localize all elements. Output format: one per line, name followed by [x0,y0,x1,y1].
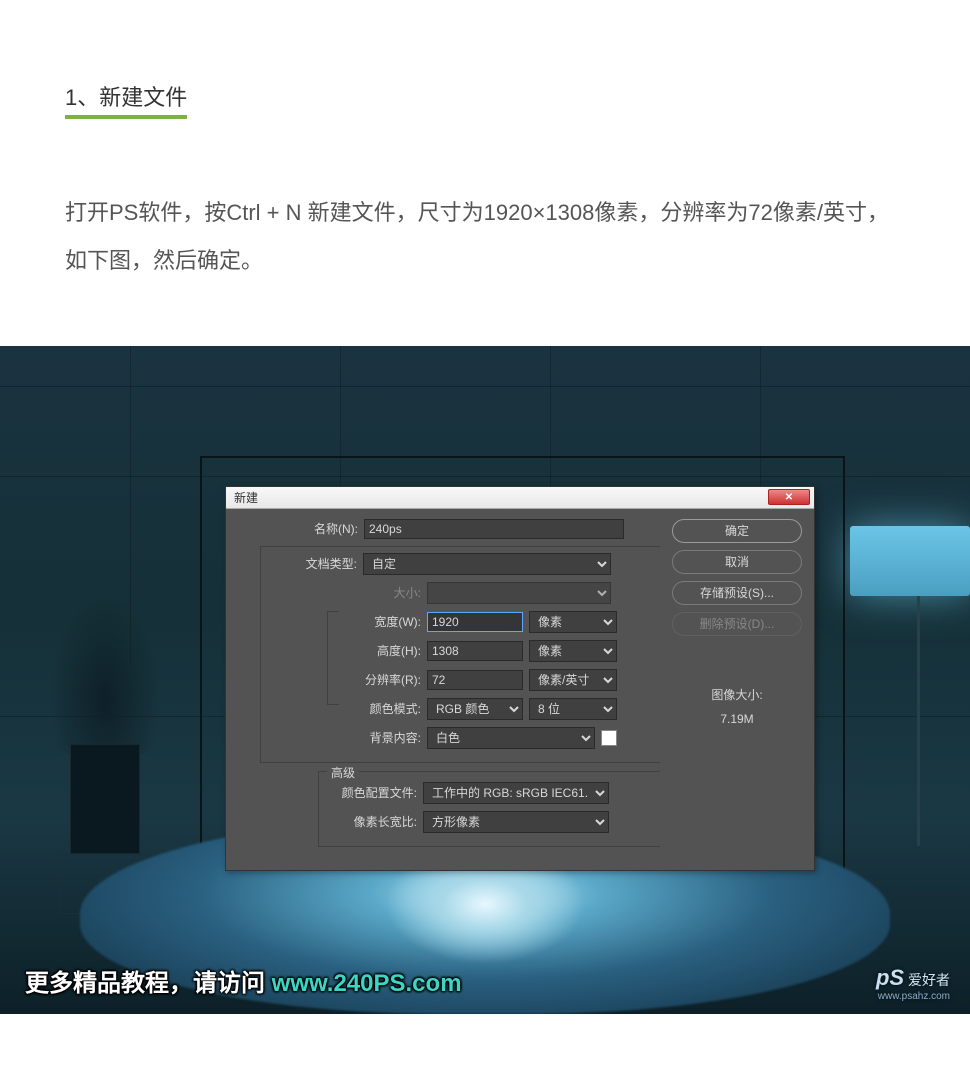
ok-button[interactable]: 确定 [672,519,802,543]
height-input[interactable] [427,641,523,661]
tutorial-image: 新建 ✕ 名称(N): 文档类型: 自定 大小: [0,346,970,1014]
size-label: 大小: [263,584,421,601]
height-label: 高度(H): [263,642,421,659]
width-input[interactable] [427,612,523,632]
close-button[interactable]: ✕ [768,489,810,505]
image-size-value: 7.19M [672,707,802,731]
step-description: 打开PS软件，按Ctrl + N 新建文件，尺寸为1920×1308像素，分辨率… [65,189,905,286]
bg-content-label: 背景内容: [263,729,421,746]
plant-decor [50,574,170,854]
color-mode-select[interactable]: RGB 颜色 [427,698,523,720]
height-unit-select[interactable]: 像素 [529,640,617,662]
delete-preset-button: 删除预设(D)... [672,612,802,636]
save-preset-button[interactable]: 存储预设(S)... [672,581,802,605]
resolution-input[interactable] [427,670,523,690]
resolution-label: 分辨率(R): [263,671,421,688]
doc-type-select[interactable]: 自定 [363,553,611,575]
name-input[interactable] [364,519,624,539]
doc-type-label: 文档类型: [263,555,357,572]
color-mode-label: 颜色模式: [263,700,421,717]
step-title: 1、新建文件 [65,80,187,119]
color-profile-select[interactable]: 工作中的 RGB: sRGB IEC61... [423,782,609,804]
pixel-ratio-select[interactable]: 方形像素 [423,811,609,833]
bg-content-select[interactable]: 白色 [427,727,595,749]
name-label: 名称(N): [238,520,358,537]
width-label: 宽度(W): [263,613,421,630]
width-unit-select[interactable]: 像素 [529,611,617,633]
dialog-titlebar[interactable]: 新建 ✕ [226,487,814,509]
advanced-label: 高级 [327,764,359,781]
size-select [427,582,611,604]
cancel-button[interactable]: 取消 [672,550,802,574]
image-size-label: 图像大小: [672,683,802,707]
bg-color-swatch[interactable] [601,730,617,746]
bit-depth-select[interactable]: 8 位 [529,698,617,720]
dialog-title: 新建 [234,489,258,506]
new-document-dialog: 新建 ✕ 名称(N): 文档类型: 自定 大小: [225,486,815,871]
footer-text: 更多精品教程，请访问 www.240PS.com [25,963,462,998]
footer-url: www.240PS.com [272,970,462,997]
pixel-ratio-label: 像素长宽比: [321,813,417,830]
resolution-unit-select[interactable]: 像素/英寸 [529,669,617,691]
lamp-decor [850,526,970,826]
site-logo: pS 爱好者 www.psahz.com [876,965,950,1002]
close-icon: ✕ [785,492,793,503]
color-profile-label: 颜色配置文件: [321,784,417,801]
